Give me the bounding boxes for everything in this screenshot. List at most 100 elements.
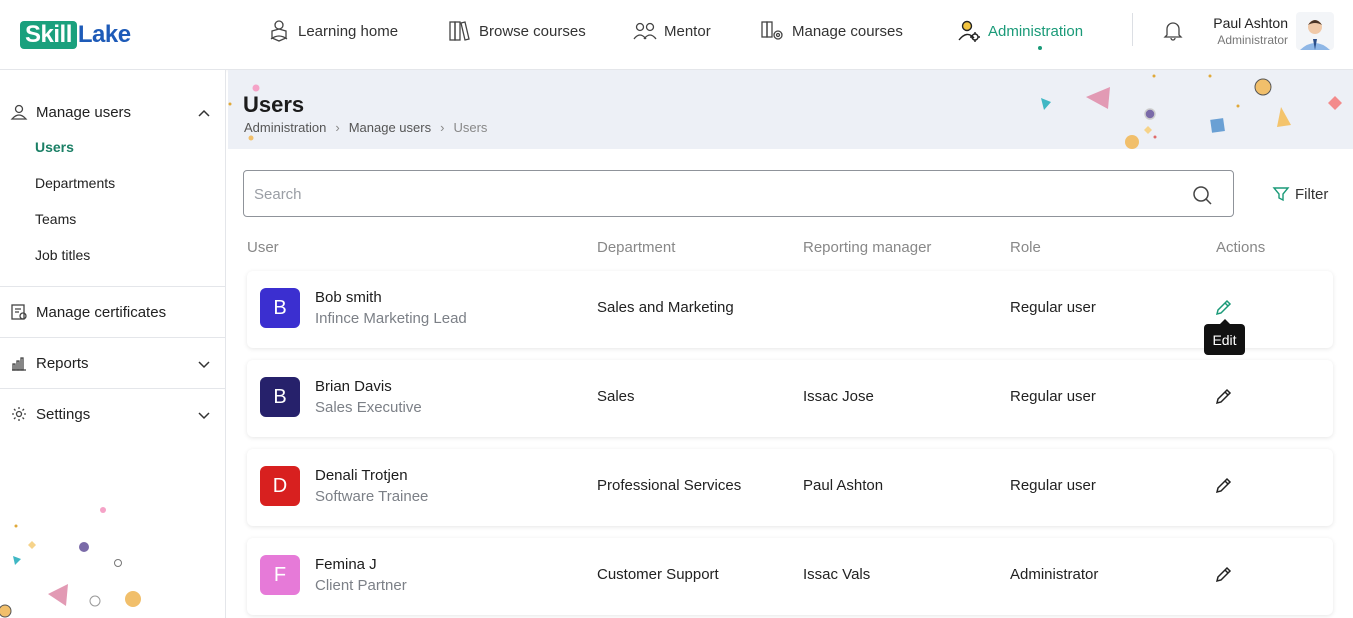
sidebar-group-label: Reports (36, 354, 89, 372)
user-name: Bob smith (315, 289, 382, 306)
logo-text-skill: Skill (20, 21, 77, 49)
chevron-down-icon[interactable] (196, 356, 212, 372)
column-header-reporting-manager: Reporting manager (803, 239, 932, 256)
user-role: Administrator (1217, 33, 1288, 47)
breadcrumb-item-manage-users[interactable]: Manage users (349, 120, 431, 135)
divider (0, 388, 226, 389)
department-cell: Professional Services (597, 477, 742, 494)
nav-browse-courses[interactable]: Browse courses (447, 14, 586, 48)
column-header-role: Role (1010, 239, 1041, 256)
user-job-title: Infince Marketing Lead (315, 310, 467, 327)
table-row[interactable]: B Bob smith Infince Marketing Lead Sales… (247, 271, 1333, 348)
filter-label: Filter (1295, 185, 1329, 203)
sidebar-item-departments[interactable]: Departments (35, 175, 115, 191)
breadcrumb-item-administration[interactable]: Administration (244, 120, 326, 135)
department-cell: Sales (597, 388, 635, 405)
skilllake-logo[interactable]: Skill Lake (20, 20, 131, 50)
table-row[interactable]: F Femina J Client Partner Customer Suppo… (247, 538, 1333, 615)
pencil-icon[interactable] (1214, 386, 1234, 406)
search-box (243, 170, 1234, 217)
user-name: Femina J (315, 556, 377, 573)
role-cell: Regular user (1010, 388, 1096, 405)
pencil-icon[interactable] (1214, 297, 1234, 317)
breadcrumb: Administration › Manage users › Users (244, 120, 487, 135)
nav-label: Manage courses (792, 22, 903, 40)
role-cell: Administrator (1010, 566, 1099, 583)
nav-administration[interactable]: Administration (956, 14, 1083, 48)
mentor-icon (633, 22, 657, 40)
sidebar-settings[interactable]: Settings (10, 403, 90, 425)
sidebar-group-label: Manage users (36, 103, 132, 121)
column-header-user: User (247, 239, 279, 256)
reporting-manager-cell: Paul Ashton (803, 477, 884, 494)
admin-user-icon (958, 20, 980, 42)
user-icon (10, 104, 28, 120)
bar-chart-icon (12, 357, 26, 371)
user-job-title: Software Trainee (315, 488, 429, 505)
column-header-actions: Actions (1216, 239, 1266, 256)
user-avatar-initial: F (260, 555, 300, 595)
nav-label: Learning home (298, 22, 399, 40)
books-icon (449, 21, 470, 41)
gear-icon (12, 407, 26, 421)
reporting-manager-cell: Issac Vals (803, 566, 871, 583)
role-cell: Regular user (1010, 477, 1096, 494)
sidebar-group-label: Settings (36, 405, 91, 423)
breadcrumb-separator: › (335, 120, 340, 135)
nav-label: Administration (988, 22, 1084, 40)
nav-mentor[interactable]: Mentor (632, 14, 711, 48)
table-row[interactable]: B Brian Davis Sales Executive Sales Issa… (247, 360, 1333, 437)
chevron-up-icon[interactable] (196, 105, 212, 121)
nav-learning-home[interactable]: Learning home (266, 14, 398, 48)
department-cell: Customer Support (597, 566, 719, 583)
pencil-icon[interactable] (1214, 475, 1234, 495)
chevron-down-icon[interactable] (196, 407, 212, 423)
edit-tooltip: Edit (1204, 319, 1245, 355)
reporting-manager-cell: Issac Jose (803, 388, 874, 405)
nav-manage-courses[interactable]: Manage courses (760, 14, 903, 48)
nav-label: Browse courses (479, 22, 586, 40)
table-row[interactable]: D Denali Trotjen Software Trainee Profes… (247, 449, 1333, 526)
sidebar-item-teams[interactable]: Teams (35, 211, 76, 227)
sidebar: Manage users Users Departments Teams Job… (0, 70, 226, 618)
user-avatar[interactable] (1296, 12, 1334, 50)
certificate-icon (11, 304, 27, 320)
decorative-confetti (0, 507, 141, 618)
sidebar-manage-certificates[interactable]: Manage certificates (10, 301, 166, 323)
user-name: Brian Davis (315, 378, 392, 395)
user-job-title: Client Partner (315, 577, 407, 594)
page-title: Users (243, 92, 305, 117)
learning-home-icon (270, 20, 288, 42)
pencil-icon[interactable] (1214, 564, 1234, 584)
sidebar-manage-users[interactable]: Manage users (10, 101, 131, 123)
divider (0, 286, 226, 287)
filter-button[interactable]: Filter (1272, 184, 1328, 204)
sidebar-group-label: Manage certificates (36, 303, 167, 321)
user-job-title: Sales Executive (315, 399, 422, 416)
logo-text-lake: Lake (77, 21, 131, 48)
search-input[interactable] (254, 183, 1154, 205)
manage-courses-icon (761, 21, 783, 40)
nav-divider (1132, 13, 1133, 46)
user-name: Paul Ashton (1213, 15, 1288, 31)
role-cell: Regular user (1010, 299, 1096, 316)
user-avatar-initial: B (260, 377, 300, 417)
user-avatar-initial: B (260, 288, 300, 328)
sidebar-item-job-titles[interactable]: Job titles (35, 247, 90, 263)
decorative-confetti (228, 74, 1342, 149)
user-name: Denali Trotjen (315, 467, 408, 484)
sidebar-item-users[interactable]: Users (35, 139, 74, 155)
nav-label: Mentor (664, 22, 711, 40)
active-indicator-dot (1038, 46, 1042, 50)
user-avatar-initial: D (260, 466, 300, 506)
search-icon[interactable] (1191, 184, 1213, 206)
divider (0, 337, 226, 338)
breadcrumb-item-users: Users (453, 120, 488, 135)
breadcrumb-separator: › (440, 120, 445, 135)
bell-icon[interactable] (1162, 19, 1184, 41)
user-info[interactable]: Paul Ashton Administrator (1198, 14, 1288, 48)
top-navigation-bar: Skill Lake Learning home Browse courses … (0, 0, 1353, 70)
column-header-department: Department (597, 239, 676, 256)
sidebar-reports[interactable]: Reports (10, 352, 89, 374)
department-cell: Sales and Marketing (597, 299, 734, 316)
